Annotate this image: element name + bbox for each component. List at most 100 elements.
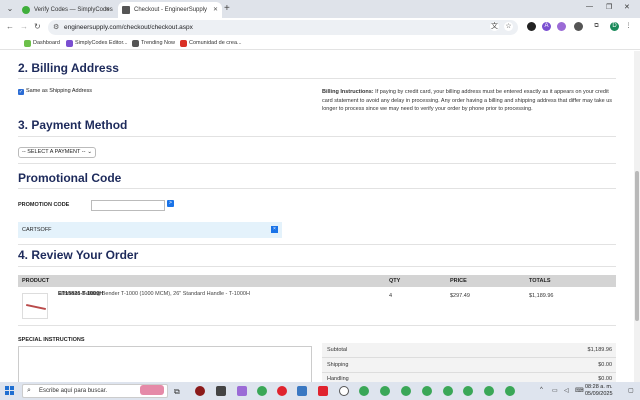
bookmark-simplycodes-editor[interactable]: SimplyCodes Editor... xyxy=(66,38,128,49)
chrome-icon[interactable] xyxy=(484,386,494,396)
tab-title: Verify Codes — SimplyCodes xyxy=(34,7,113,13)
chrome-icon[interactable] xyxy=(463,386,473,396)
app-icon[interactable] xyxy=(237,386,247,396)
tray-chevron-icon[interactable]: ^ xyxy=(540,387,543,393)
close-window-icon[interactable]: ✕ xyxy=(624,3,630,11)
search-placeholder: Escribe aquí para buscar. xyxy=(39,388,108,394)
simplycodes-favicon-icon xyxy=(22,6,30,14)
extensions-puzzle-icon[interactable]: ⧉ xyxy=(592,22,601,31)
col-product: PRODUCT xyxy=(22,278,50,284)
forward-icon[interactable]: → xyxy=(20,21,28,33)
app-icon[interactable] xyxy=(339,386,349,396)
bookmarks-bar: Dashboard SimplyCodes Editor... Trending… xyxy=(0,37,640,50)
close-tab-icon[interactable]: ✕ xyxy=(105,2,110,18)
app-icon[interactable] xyxy=(216,386,226,396)
chrome-icon[interactable] xyxy=(380,386,390,396)
col-totals: TOTALS xyxy=(529,278,551,284)
page-scrollbar[interactable] xyxy=(634,51,640,382)
billing-instructions-title: Billing Instructions: xyxy=(322,89,374,95)
maximize-icon[interactable]: ❐ xyxy=(606,3,612,11)
chrome-icon[interactable] xyxy=(505,386,515,396)
chrome-icon[interactable] xyxy=(359,386,369,396)
close-tab-icon[interactable]: ✕ xyxy=(213,2,218,18)
chrome-icon[interactable] xyxy=(257,386,267,396)
checkout-page: 2. Billing Address ✓ Same as Shipping Ad… xyxy=(0,51,634,382)
subtotal-value: $1,189.96 xyxy=(587,347,612,353)
product-thumbnail[interactable] xyxy=(22,293,48,319)
tab-title: Checkout - EngineerSupply xyxy=(134,7,208,13)
bookmark-label: Comunidad de crea... xyxy=(189,40,242,46)
table-row: ET15826-T-1000H Jameson Bulldog Bender T… xyxy=(18,291,616,323)
bookmark-trending-now[interactable]: Trending Now xyxy=(132,38,175,49)
chrome-icon[interactable] xyxy=(422,386,432,396)
review-heading: 4. Review Your Order xyxy=(18,248,139,262)
divider xyxy=(18,136,616,137)
payment-select-value: -- SELECT A PAYMENT -- xyxy=(22,149,86,155)
trending-icon xyxy=(132,40,139,47)
clock-date: 05/09/2025 xyxy=(585,391,613,397)
engineersupply-favicon-icon xyxy=(122,6,130,14)
back-icon[interactable]: ← xyxy=(6,21,14,33)
col-price: PRICE xyxy=(450,278,467,284)
payment-method-select[interactable]: -- SELECT A PAYMENT -- ⌄ xyxy=(18,147,96,158)
translate-icon[interactable]: 文 xyxy=(490,22,499,31)
profile-avatar[interactable]: D xyxy=(610,22,619,31)
chrome-icon[interactable] xyxy=(443,386,453,396)
same-as-shipping-label: Same as Shipping Address xyxy=(26,88,93,94)
bookmark-star-icon[interactable]: ☆ xyxy=(504,22,513,31)
app-icon[interactable] xyxy=(318,386,328,396)
col-qty: QTY xyxy=(389,278,401,284)
task-view-icon[interactable]: ⧉ xyxy=(174,387,180,397)
new-tab-button[interactable]: + xyxy=(224,2,230,16)
shipping-label: Shipping xyxy=(327,362,349,368)
bookmark-comunidad[interactable]: Comunidad de crea... xyxy=(180,38,242,49)
order-table-header: PRODUCT QTY PRICE TOTALS xyxy=(18,275,616,287)
app-icon[interactable] xyxy=(297,386,307,396)
extension-a-icon[interactable]: A xyxy=(542,22,551,31)
bookmark-dashboard[interactable]: Dashboard xyxy=(24,38,60,49)
taskbar-clock[interactable]: 08:28 a. m. 05/09/2025 xyxy=(585,384,613,398)
network-icon[interactable]: ▭ xyxy=(552,387,558,394)
dashboard-icon xyxy=(24,40,31,47)
scrollbar-thumb[interactable] xyxy=(635,171,639,321)
browser-menu-icon[interactable]: ⋮ xyxy=(624,22,633,31)
product-description: Jameson Bulldog Bender T-1000 (1000 MCM)… xyxy=(58,291,250,297)
windows-start-icon[interactable] xyxy=(5,386,15,396)
bookmark-label: Dashboard xyxy=(33,40,60,46)
subtotal-label: Subtotal xyxy=(327,347,348,353)
clock-time: 08:28 a. m. xyxy=(585,384,613,390)
applied-coupon: CARTSOFF × xyxy=(18,222,282,238)
notifications-icon[interactable]: ▢ xyxy=(628,387,634,394)
chrome-icon[interactable] xyxy=(401,386,411,396)
divider xyxy=(322,357,616,358)
special-instructions-textarea[interactable] xyxy=(18,346,312,382)
tab-checkout[interactable]: Checkout - EngineerSupply ✕ xyxy=(118,2,222,18)
flowers-search-highlight-icon[interactable] xyxy=(140,385,164,395)
applied-coupon-code: CARTSOFF xyxy=(22,227,52,233)
tab-search-icon[interactable]: ⌄ xyxy=(4,3,16,15)
apply-promo-button[interactable]: > xyxy=(167,200,174,207)
pipe-bender-icon xyxy=(26,303,46,311)
site-info-icon[interactable]: ⚙ xyxy=(53,20,59,35)
extension-icon[interactable] xyxy=(527,22,536,31)
divider xyxy=(18,188,616,189)
divider xyxy=(18,266,616,267)
language-icon[interactable]: ⌨ xyxy=(575,387,584,394)
minimize-icon[interactable]: — xyxy=(586,3,593,10)
volume-icon[interactable]: ◁ xyxy=(564,387,569,394)
windows-taskbar: ⌕ Escribe aquí para buscar. ⧉ ^ ▭ ◁ ⌨ 08… xyxy=(0,382,640,400)
remove-coupon-button[interactable]: × xyxy=(271,226,278,233)
extension-icon[interactable] xyxy=(557,22,566,31)
extension-icon[interactable] xyxy=(574,22,583,31)
simplycodes-icon xyxy=(66,40,73,47)
app-icon[interactable] xyxy=(195,386,205,396)
reload-icon[interactable]: ↻ xyxy=(34,21,41,33)
divider xyxy=(18,325,616,326)
tab-verify-codes[interactable]: Verify Codes — SimplyCodes ✕ xyxy=(18,2,114,18)
address-bar[interactable]: ⚙ engineersupply.com/checkout/checkout.a… xyxy=(48,20,518,35)
opera-icon[interactable] xyxy=(277,386,287,396)
promo-code-input[interactable] xyxy=(91,200,165,211)
item-qty: 4 xyxy=(389,293,393,299)
divider xyxy=(18,163,616,164)
same-as-shipping-checkbox[interactable]: ✓ xyxy=(18,89,24,95)
